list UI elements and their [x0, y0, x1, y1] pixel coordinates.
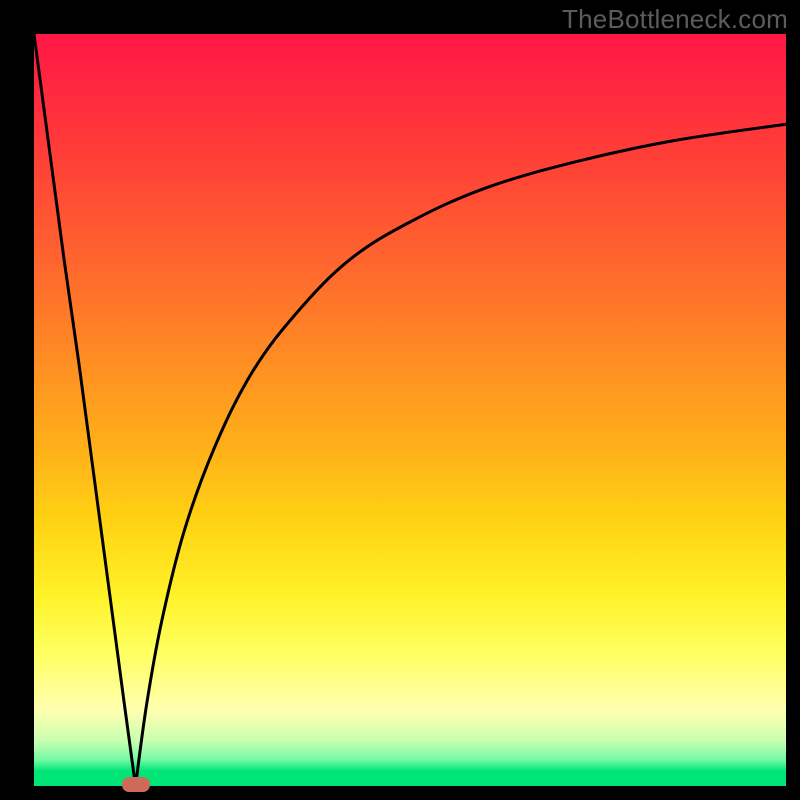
minimum-marker [122, 777, 150, 792]
bottleneck-curve [34, 34, 786, 786]
curve-path [34, 34, 786, 786]
plot-area [34, 34, 786, 786]
chart-frame: TheBottleneck.com [0, 0, 800, 800]
watermark-text: TheBottleneck.com [562, 4, 788, 35]
